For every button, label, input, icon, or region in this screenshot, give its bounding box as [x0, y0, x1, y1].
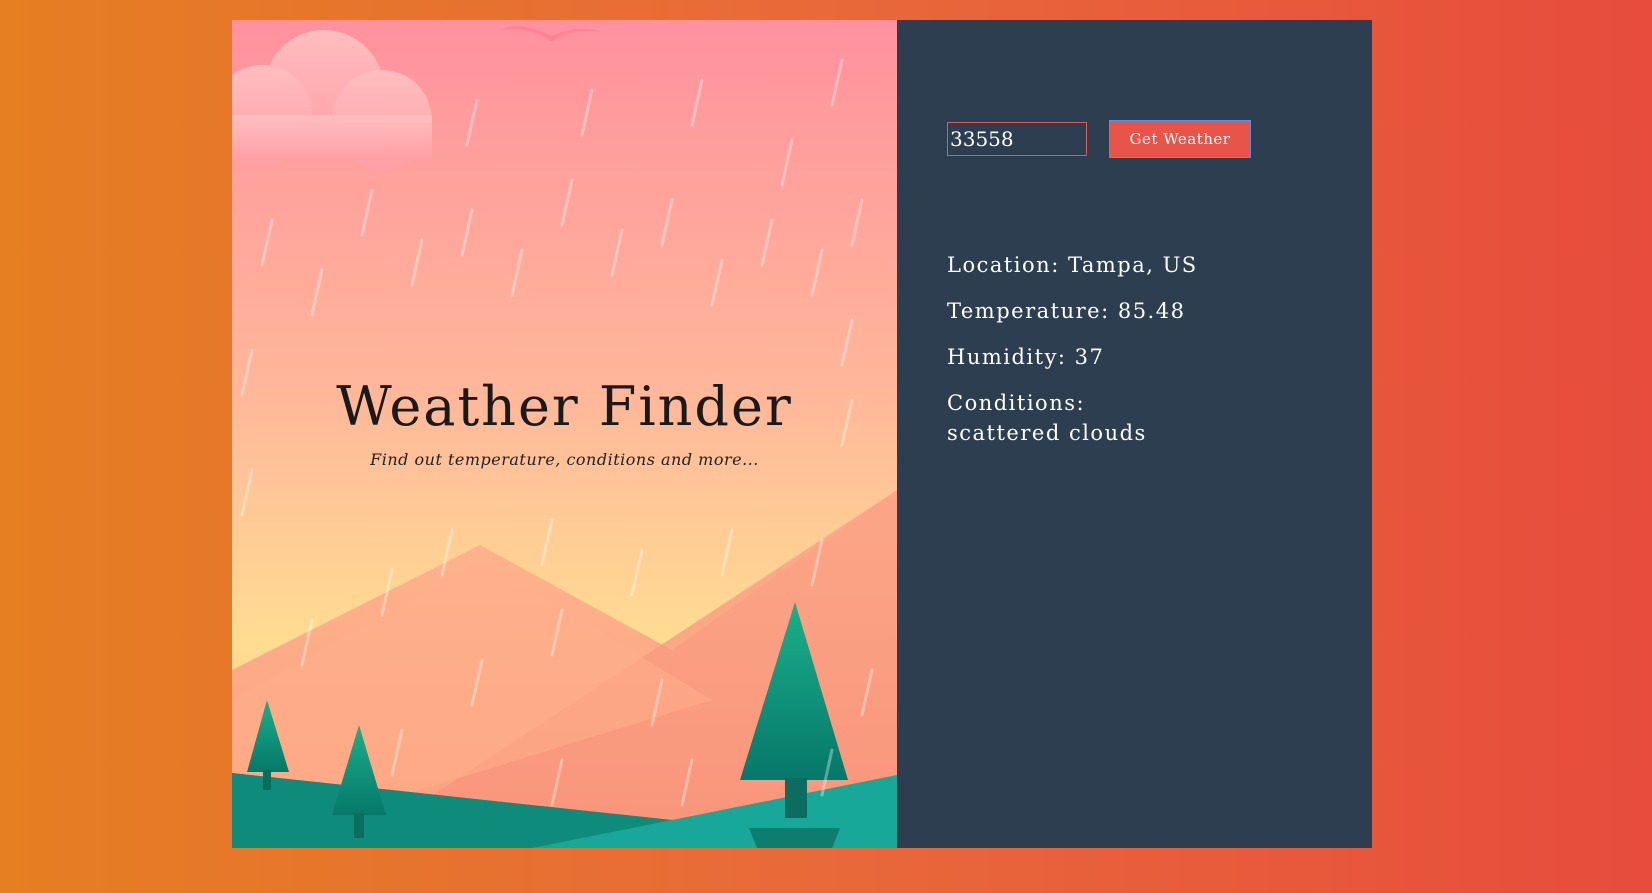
location-text: Location: Tampa, US — [947, 253, 1198, 277]
weather-form: Get Weather — [947, 120, 1251, 158]
weather-panel: Get Weather Location: Tampa, US Temperat… — [897, 20, 1372, 848]
temperature-text: Temperature: 85.48 — [947, 299, 1186, 323]
weather-results: Location: Tampa, US Temperature: 85.48 H… — [947, 250, 1277, 464]
get-weather-button[interactable]: Get Weather — [1109, 120, 1251, 158]
conditions-value: scattered clouds — [947, 421, 1147, 445]
humidity-text: Humidity: 37 — [947, 345, 1105, 369]
conditions-label: Conditions: — [947, 391, 1086, 415]
hero-title-block: Weather Finder Find out temperature, con… — [232, 375, 897, 469]
conditions-text: Conditions: scattered clouds — [947, 388, 1277, 448]
hero-panel: Weather Finder Find out temperature, con… — [232, 20, 897, 848]
page-subtitle: Find out temperature, conditions and mor… — [370, 449, 759, 469]
page-title: Weather Finder — [336, 375, 793, 438]
weather-app: Weather Finder Find out temperature, con… — [232, 20, 1372, 848]
zip-code-input[interactable] — [947, 122, 1087, 156]
